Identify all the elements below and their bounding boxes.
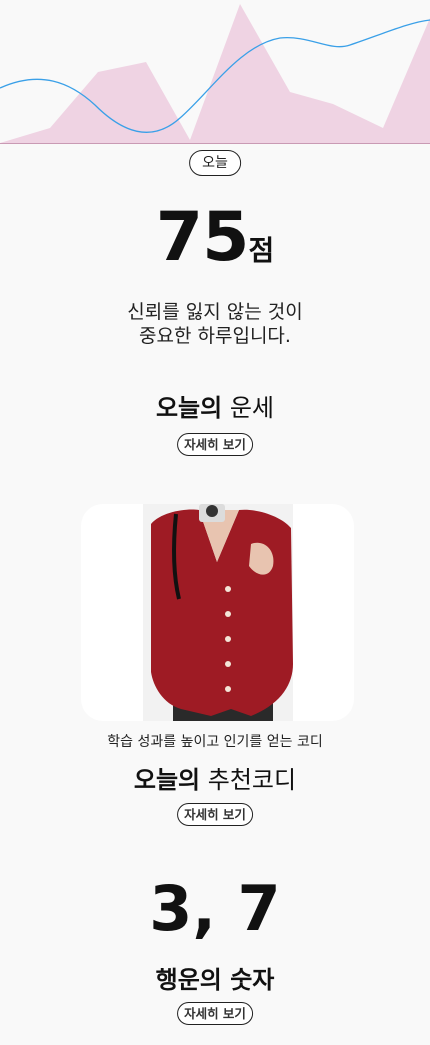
outfit-title-rest: 추천코디 (200, 766, 297, 794)
outfit-title-bold: 오늘의 (133, 766, 201, 794)
fortune-title-rest: 운세 (222, 394, 275, 422)
outfit-image-card[interactable] (81, 504, 354, 721)
chart-area (0, 4, 430, 143)
score-unit: 점 (248, 234, 275, 267)
today-tag: 오늘 (189, 150, 241, 176)
fortune-summary: 신뢰를 잃지 않는 것이 중요한 하루입니다. (0, 300, 430, 348)
fortune-trend-chart (0, 4, 430, 144)
outfit-subtitle: 학습 성과를 높이고 인기를 얻는 코디 (107, 734, 323, 750)
button-3 (225, 636, 231, 642)
button-4 (225, 661, 231, 667)
fortune-line-2: 중요한 하루입니다. (139, 325, 291, 347)
fortune-line-1: 신뢰를 잃지 않는 것이 (127, 301, 303, 323)
button-1 (225, 586, 231, 592)
lucky-section-title: 행운의 숫자 (155, 966, 275, 994)
fortune-title-bold: 오늘의 (155, 394, 223, 422)
outfit-photo (143, 504, 293, 721)
button-5 (225, 686, 231, 692)
lucky-numbers: 3, 7 (149, 872, 281, 945)
phone-grip (206, 505, 218, 517)
outfit-detail-button[interactable]: 자세히 보기 (177, 803, 253, 826)
lucky-detail-button[interactable]: 자세히 보기 (177, 1002, 253, 1025)
fortune-section-title: 오늘의 운세 (0, 388, 430, 423)
score-value: 75 (155, 198, 250, 277)
outfit-section-title: 오늘의 추천코디 (0, 760, 430, 795)
fortune-score: 75점 (0, 198, 430, 277)
button-2 (225, 611, 231, 617)
fortune-detail-button[interactable]: 자세히 보기 (177, 433, 253, 456)
